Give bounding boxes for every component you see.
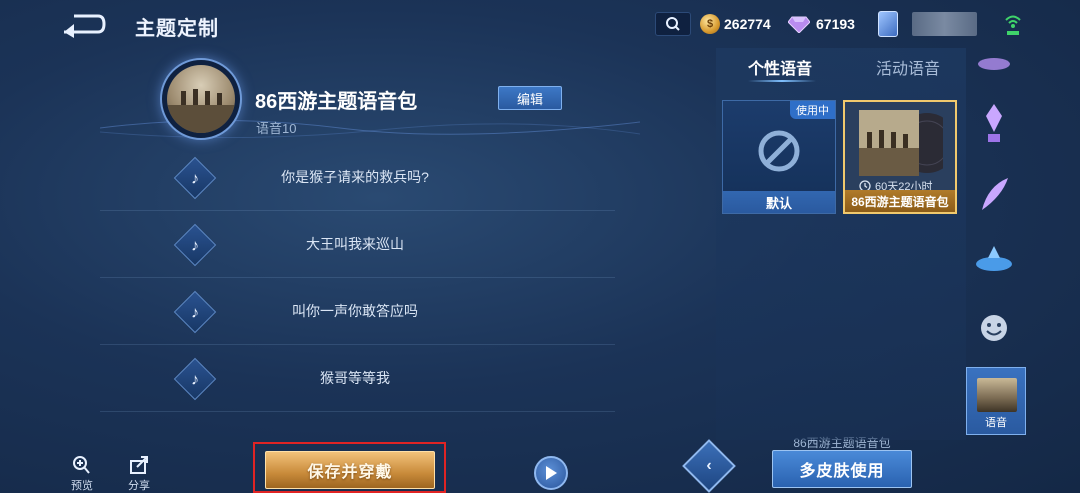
play-button[interactable] xyxy=(534,456,568,490)
sidebar-item-5[interactable] xyxy=(974,308,1014,348)
voice-line-row[interactable]: ♪ 大王叫我来巡山 xyxy=(100,212,615,278)
preview-icon xyxy=(73,456,90,474)
tab-event-voice[interactable]: 活动语音 xyxy=(876,55,940,79)
blurred-currency xyxy=(912,12,977,36)
gem-balance[interactable]: 67193 xyxy=(788,12,855,36)
voice-id-label: 语音10 xyxy=(256,121,297,136)
tab-personal-voice[interactable]: 个性语音 xyxy=(748,55,812,79)
multi-skin-button[interactable]: 多皮肤使用 xyxy=(772,450,912,488)
music-note-icon: ♪ xyxy=(173,290,217,334)
sidebar-item-1[interactable] xyxy=(974,50,1014,90)
share-button[interactable]: 分享 xyxy=(119,455,159,493)
switch-button[interactable]: ‹ xyxy=(682,439,736,493)
voice-line-text: 你是猴子请来的救兵吗? xyxy=(281,169,429,185)
none-icon xyxy=(758,130,800,172)
card-label: 86西游主题语音包 xyxy=(845,190,955,212)
coin-amount: 262774 xyxy=(724,16,771,32)
page-title: 主题定制 xyxy=(135,18,219,40)
tab-underline xyxy=(748,80,816,82)
sidebar-item-3[interactable] xyxy=(974,172,1014,212)
preview-button[interactable]: 预览 xyxy=(62,455,102,493)
in-use-badge: 使用中 xyxy=(790,101,835,119)
sidebar-item-voice[interactable]: 语音 xyxy=(966,367,1026,435)
sidebar-item-4[interactable] xyxy=(974,240,1014,280)
pack-title: 86西游主题语音包 xyxy=(255,91,418,113)
share-label: 分享 xyxy=(128,480,150,492)
share-icon xyxy=(130,456,148,474)
card-icon[interactable] xyxy=(878,11,898,37)
play-icon xyxy=(546,466,557,480)
voice-card-xiyou[interactable]: 60天22小时 86西游主题语音包 xyxy=(843,100,957,214)
feather-icon xyxy=(982,178,1008,210)
coin-icon: $ xyxy=(700,14,720,34)
gem-amount: 67193 xyxy=(816,16,855,32)
card-label: 默认 xyxy=(723,191,835,213)
pack-avatar xyxy=(167,65,235,133)
music-note-icon: ♪ xyxy=(173,357,217,401)
back-arrow-icon xyxy=(64,14,106,38)
preview-label: 预览 xyxy=(71,480,93,492)
voice-line-row[interactable]: ♪ 你是猴子请来的救兵吗? xyxy=(100,145,615,211)
gem-icon xyxy=(788,16,810,33)
crystal-trophy-icon xyxy=(986,104,1002,142)
music-note-icon: ♪ xyxy=(173,223,217,267)
back-button[interactable] xyxy=(58,10,108,38)
search-button[interactable] xyxy=(655,12,691,36)
coin-balance[interactable]: $ 262774 xyxy=(700,12,771,36)
blue-emblem-icon xyxy=(976,246,1012,271)
sidebar-voice-label: 语音 xyxy=(985,417,1007,429)
chevron-left-icon: ‹ xyxy=(706,457,712,474)
voice-card-default[interactable]: 使用中 默认 xyxy=(722,100,836,214)
voice-line-text: 猴哥等等我 xyxy=(320,370,390,386)
voice-thumbnail xyxy=(977,378,1017,412)
voice-line-text: 叫你一声你敢答应吗 xyxy=(292,303,418,319)
voice-line-row[interactable]: ♪ 叫你一声你敢答应吗 xyxy=(100,279,615,345)
sidebar-item-2[interactable] xyxy=(974,102,1014,142)
voice-line-row[interactable]: ♪ 猴哥等等我 xyxy=(100,346,615,412)
xiyou-cover-image xyxy=(859,110,943,176)
wifi-icon xyxy=(1004,10,1022,38)
emoji-icon xyxy=(981,315,1007,341)
edit-button[interactable]: 编辑 xyxy=(498,86,562,110)
music-note-icon: ♪ xyxy=(173,156,217,200)
voice-line-text: 大王叫我来巡山 xyxy=(306,236,404,252)
search-icon xyxy=(666,17,680,31)
save-and-wear-button[interactable]: 保存并穿戴 xyxy=(265,451,435,489)
purple-ornament-icon xyxy=(978,58,1010,70)
